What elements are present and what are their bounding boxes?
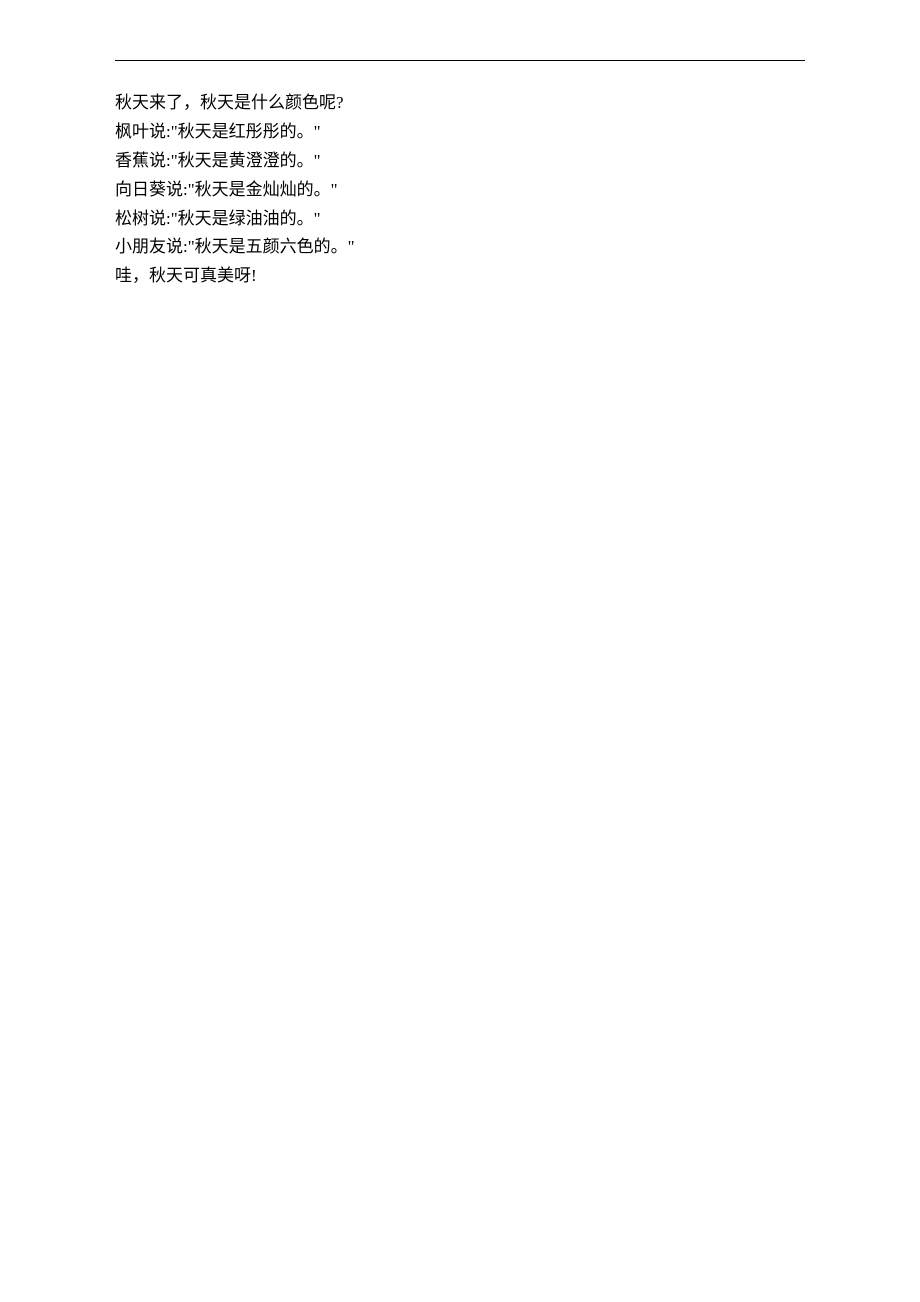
horizontal-rule xyxy=(115,60,805,61)
text-line: 香蕉说:"秋天是黄澄澄的。" xyxy=(115,147,805,176)
text-line: 枫叶说:"秋天是红彤彤的。" xyxy=(115,118,805,147)
text-line: 向日葵说:"秋天是金灿灿的。" xyxy=(115,176,805,205)
text-line: 哇，秋天可真美呀! xyxy=(115,262,805,291)
text-line: 小朋友说:"秋天是五颜六色的。" xyxy=(115,233,805,262)
document-page: 秋天来了，秋天是什么颜色呢? 枫叶说:"秋天是红彤彤的。" 香蕉说:"秋天是黄澄… xyxy=(0,0,920,291)
document-content: 秋天来了，秋天是什么颜色呢? 枫叶说:"秋天是红彤彤的。" 香蕉说:"秋天是黄澄… xyxy=(115,89,805,291)
text-line: 松树说:"秋天是绿油油的。" xyxy=(115,205,805,234)
text-line: 秋天来了，秋天是什么颜色呢? xyxy=(115,89,805,118)
